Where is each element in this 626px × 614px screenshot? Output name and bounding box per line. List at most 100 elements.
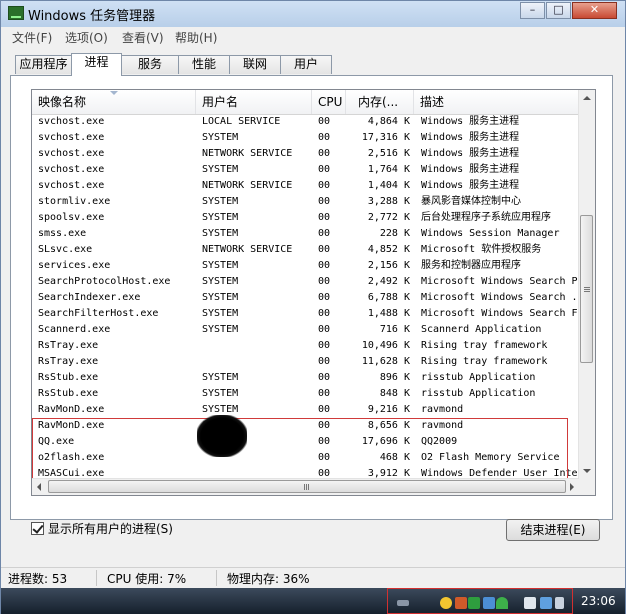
process-user: SYSTEM — [202, 388, 239, 399]
menu-view[interactable]: 查看(V) — [122, 29, 164, 46]
process-description: Windows 服务主进程 — [421, 148, 520, 159]
process-description: Microsoft Windows Search F... — [421, 308, 581, 319]
process-user: SYSTEM — [202, 212, 239, 223]
process-row[interactable]: SearchProtocolHost.exe SYSTEM 00 2,492 K Mic… — [32, 274, 581, 290]
process-description: Rising tray framework — [421, 356, 548, 367]
vertical-scroll-thumb[interactable] — [580, 215, 593, 363]
process-row[interactable]: RsTray.exe 00 10,496 K Rising tray framewor… — [32, 338, 580, 354]
menu-help[interactable]: 帮助(H) — [175, 29, 217, 46]
process-list[interactable]: 映像名称 用户名 CPU 内存(... 描述 svchost.exe LOCAL … — [31, 89, 596, 496]
horizontal-scroll-thumb[interactable] — [48, 480, 566, 493]
process-row[interactable]: SearchIndexer.exe SYSTEM 00 6,788 K Microsof… — [32, 290, 581, 306]
process-row[interactable]: svchost.exe NETWORK SERVICE 00 1,404 K Windo… — [32, 178, 580, 194]
process-cpu: 00 — [318, 196, 331, 207]
tab-networking[interactable]: 联网 — [229, 55, 281, 74]
process-row[interactable]: RavMonD.exe SYSTEM 00 9,216 Kravmond — [32, 402, 580, 418]
process-row[interactable]: svchost.exe NETWORK SERVICE 00 2,516 K Windo… — [32, 146, 580, 162]
menu-bar: 文件(F) 选项(O) 查看(V) 帮助(H) — [1, 27, 625, 47]
column-header: 映像名称 用户名 CPU 内存(... 描述 — [32, 90, 595, 115]
connection-icon[interactable] — [540, 597, 552, 609]
process-row[interactable]: RsTray.exe 00 11,628 K Rising tray framewor… — [32, 354, 580, 370]
process-cpu: 00 — [318, 180, 331, 191]
process-user: SYSTEM — [202, 260, 239, 271]
process-row[interactable]: smss.exe SYSTEM 00 228 K Windows Session Man… — [32, 226, 580, 242]
scroll-up-icon[interactable] — [583, 96, 591, 100]
scroll-down-icon[interactable] — [583, 469, 591, 473]
process-user: LOCAL SERVICE — [202, 116, 281, 127]
app-tray-icon[interactable] — [455, 597, 467, 609]
process-user: NETWORK SERVICE — [202, 180, 293, 191]
process-user: SYSTEM — [202, 228, 239, 239]
menu-options[interactable]: 选项(O) — [65, 29, 108, 46]
tab-processes[interactable]: 进程 — [71, 53, 122, 76]
title-bar[interactable]: Windows 任务管理器 – □ ✕ — [1, 1, 625, 27]
close-button[interactable]: ✕ — [572, 2, 617, 19]
process-row[interactable]: services.exe SYSTEM 00 2,156 K 服务和控制器应用程序 — [32, 258, 580, 274]
process-row[interactable]: SLsvc.exe NETWORK SERVICE 00 4,852 K Microso… — [32, 242, 580, 258]
process-user: NETWORK SERVICE — [202, 244, 293, 255]
process-description: Windows Session Manager — [421, 228, 560, 239]
scroll-corner — [579, 479, 595, 495]
col-username[interactable]: 用户名 — [196, 90, 312, 114]
col-cpu[interactable]: CPU — [312, 90, 346, 114]
process-row[interactable]: Scannerd.exe SYSTEM 00 716 K Scannerd Applic… — [32, 322, 580, 338]
process-row[interactable]: stormliv.exe SYSTEM 00 3,288 K 暴风影音媒体控制中心 — [32, 194, 580, 210]
col-cpu-label: CPU — [318, 95, 343, 109]
client-area: 应用程序 进程 服务 性能 联网 用户 映像名称 用户名 CPU 内存(... … — [1, 47, 625, 567]
process-name: SLsvc.exe — [38, 244, 93, 255]
process-description: Microsoft 软件授权服务 — [421, 244, 542, 255]
process-memory: 1,764 K — [367, 164, 410, 175]
process-row[interactable]: RsStub.exe SYSTEM 00 896 K risstub Applicati… — [32, 370, 580, 386]
process-row[interactable]: spoolsv.exe SYSTEM 00 2,772 K 后台处理程序子系统应用程序 — [32, 210, 580, 226]
process-row[interactable]: svchost.exe SYSTEM 00 1,764 K Windows 服务主进程 — [32, 162, 580, 178]
process-memory: 10,496 K — [361, 340, 410, 351]
col-description[interactable]: 描述 — [414, 90, 579, 114]
taskbar-clock[interactable]: 23:06 — [581, 594, 616, 608]
process-description: Windows 服务主进程 — [421, 164, 520, 175]
process-memory: 848 K — [379, 388, 410, 399]
process-name: stormliv.exe — [38, 196, 111, 207]
process-name: SearchProtocolHost.exe — [38, 276, 171, 287]
volume-icon[interactable] — [555, 597, 564, 609]
task-manager-tray-icon[interactable] — [468, 597, 480, 609]
maximize-button[interactable]: □ — [546, 2, 571, 19]
end-process-button[interactable]: 结束进程(E) — [506, 519, 600, 541]
show-all-users-checkbox[interactable] — [31, 521, 44, 535]
process-cpu: 00 — [318, 324, 331, 335]
process-user: SYSTEM — [202, 324, 239, 335]
network-icon[interactable] — [483, 597, 495, 609]
device-icon[interactable] — [524, 597, 536, 609]
tab-services[interactable]: 服务 — [121, 55, 179, 74]
scroll-left-icon[interactable] — [37, 483, 41, 491]
process-cpu: 00 — [318, 244, 331, 255]
tab-applications[interactable]: 应用程序 — [15, 55, 72, 74]
horizontal-scrollbar[interactable] — [32, 478, 579, 495]
keyboard-icon[interactable] — [397, 600, 409, 606]
show-all-users-label: 显示所有用户的进程(S) — [48, 521, 173, 536]
show-all-users-toggle[interactable]: 显示所有用户的进程(S) — [31, 520, 173, 536]
process-name: svchost.exe — [38, 116, 105, 127]
vertical-scrollbar[interactable] — [578, 90, 595, 479]
scroll-right-icon[interactable] — [570, 483, 574, 491]
tab-performance[interactable]: 性能 — [178, 55, 230, 74]
col-memory[interactable]: 内存(... — [346, 90, 414, 114]
qq-icon[interactable] — [440, 597, 452, 609]
process-name: RsTray.exe — [38, 340, 99, 351]
process-cpu: 00 — [318, 148, 331, 159]
process-memory: 228 K — [379, 228, 410, 239]
col-image-name[interactable]: 映像名称 — [32, 90, 196, 114]
process-user: SYSTEM — [202, 372, 239, 383]
process-row[interactable]: svchost.exe LOCAL SERVICE 00 4,864 K Windows… — [32, 114, 580, 130]
tab-users[interactable]: 用户 — [280, 55, 332, 74]
process-row[interactable]: RsStub.exe SYSTEM 00 848 K risstub Applicati… — [32, 386, 580, 402]
process-cpu: 00 — [318, 212, 331, 223]
process-memory: 17,316 K — [361, 132, 410, 143]
status-physical-memory: 物理内存: 36% — [227, 572, 310, 586]
process-row[interactable]: SearchFilterHost.exe SYSTEM 00 1,488 K Micro… — [32, 306, 581, 322]
process-row[interactable]: svchost.exe SYSTEM 00 17,316 K Windows 服务主进程 — [32, 130, 580, 146]
process-cpu: 00 — [318, 356, 331, 367]
menu-file[interactable]: 文件(F) — [12, 29, 52, 46]
minimize-button[interactable]: – — [520, 2, 545, 19]
process-cpu: 00 — [318, 308, 331, 319]
umbrella-icon[interactable] — [496, 597, 508, 609]
